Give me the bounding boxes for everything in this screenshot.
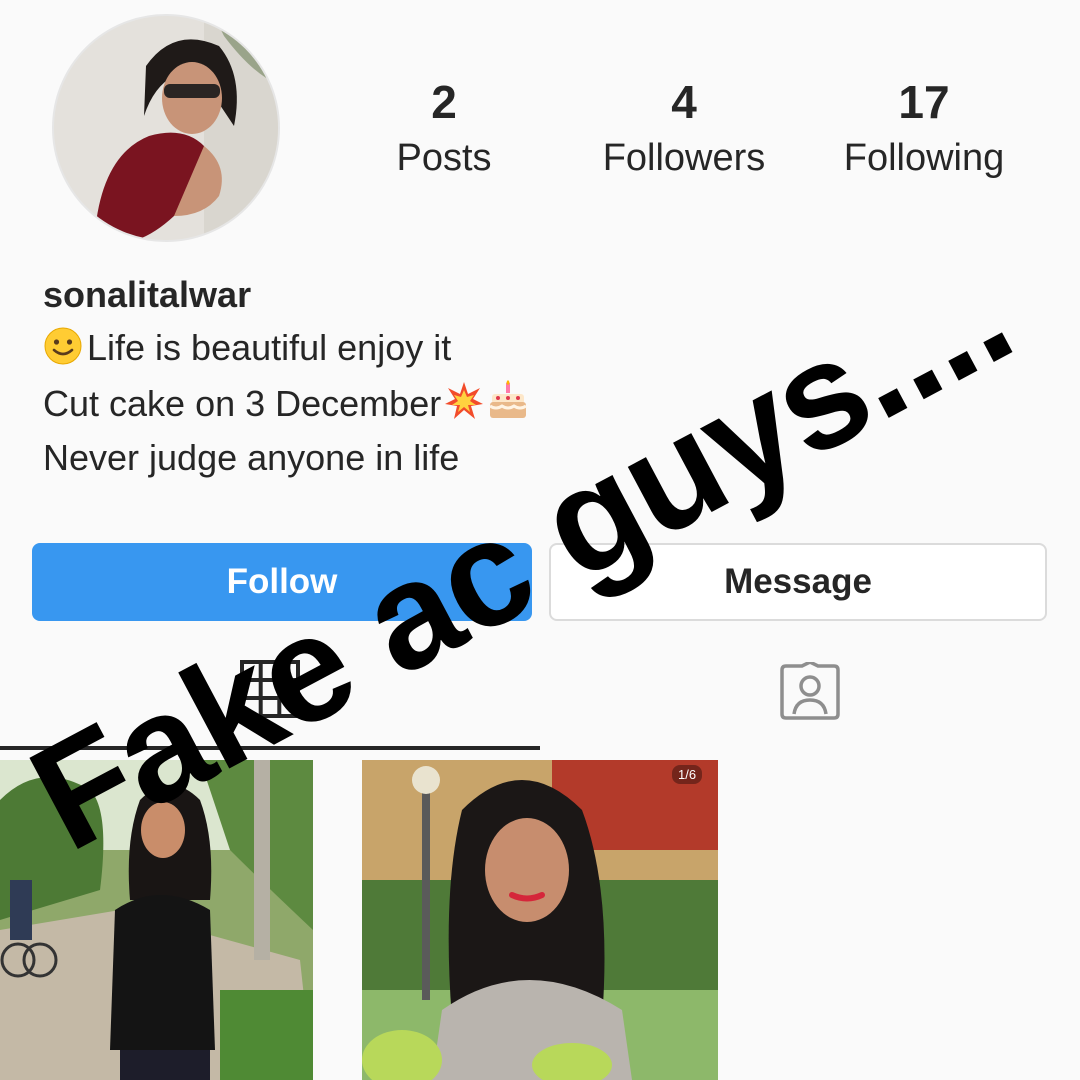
followers-count-label[interactable]: Followers [574, 132, 794, 184]
follow-button[interactable]: Follow [32, 543, 532, 621]
followers-count-value[interactable]: 4 [574, 74, 794, 130]
profile-username: sonalitalwar [43, 274, 252, 315]
following-count-label[interactable]: Following [814, 132, 1034, 184]
tagged-person-icon[interactable] [778, 662, 842, 722]
collision-emoji [445, 382, 484, 419]
posts-count-label: Posts [396, 137, 492, 179]
slightly-smiling-face-emoji [44, 327, 82, 365]
profile-avatar[interactable] [52, 14, 280, 242]
active-tab-indicator [0, 746, 540, 750]
post-thumbnail[interactable] [0, 760, 313, 1080]
birthday-cake-emoji [489, 380, 528, 418]
bio-line-2-text: Cut cake on 3 December [43, 383, 442, 424]
bio-line-3: Never judge anyone in life [43, 437, 460, 478]
bio-line-1-text: Life is beautiful enjoy it [87, 327, 452, 368]
avatar-photo [54, 16, 278, 240]
grid-icon[interactable] [240, 660, 300, 718]
bio-line-1: Life is beautiful enjoy it [43, 325, 451, 371]
following-count[interactable]: 17 Following [814, 74, 1034, 184]
posts-count-value: 2 [431, 76, 457, 128]
carousel-count-badge: 1/6 [672, 765, 703, 784]
post-thumbnail[interactable] [362, 760, 718, 1080]
posts-count: 2 Posts [334, 74, 554, 184]
followers-count[interactable]: 4 Followers [574, 74, 794, 184]
message-button[interactable]: Message [549, 543, 1047, 621]
following-count-value[interactable]: 17 [814, 74, 1034, 130]
bio-line-2: Cut cake on 3 December [43, 380, 529, 427]
post-photo-1 [0, 760, 313, 1080]
post-photo-2 [362, 760, 718, 1080]
